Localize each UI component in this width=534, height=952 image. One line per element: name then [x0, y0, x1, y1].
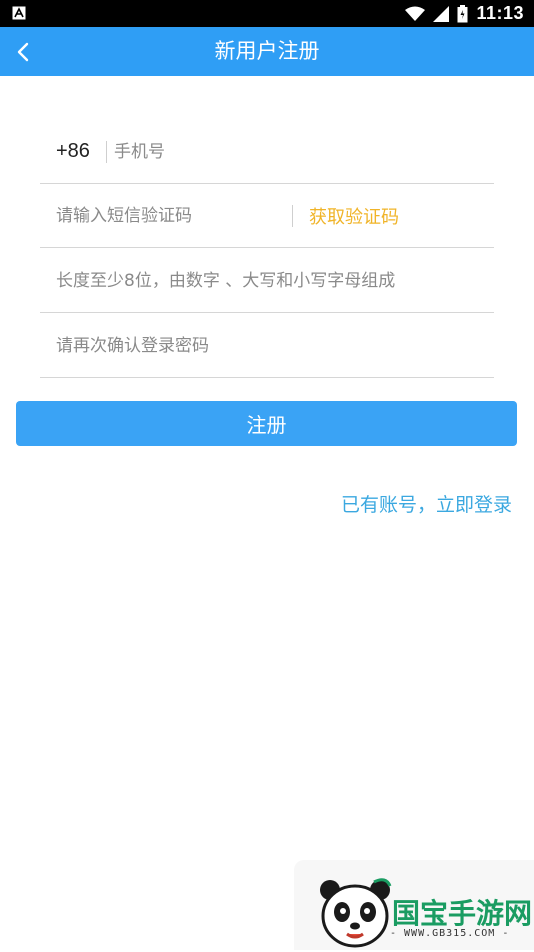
cell-signal-icon	[433, 5, 450, 22]
status-bar: 11:13	[0, 0, 534, 27]
sms-code-input[interactable]	[56, 195, 292, 236]
register-button[interactable]: 注册	[16, 401, 517, 446]
divider	[292, 204, 293, 227]
sms-code-field: 获取验证码	[40, 184, 494, 248]
country-code[interactable]: +86	[56, 140, 106, 163]
battery-icon	[457, 4, 468, 22]
panda-logo-icon	[320, 878, 392, 948]
watermark-brand: 国宝手游网	[392, 897, 533, 930]
page-title: 新用户注册	[214, 39, 320, 63]
status-time: 11:13	[476, 3, 524, 23]
password-field	[40, 249, 494, 313]
confirm-password-input[interactable]	[56, 325, 486, 366]
get-code-button[interactable]: 获取验证码	[309, 203, 399, 229]
login-link[interactable]: 已有账号，立即登录	[341, 490, 512, 517]
phone-field: +86	[40, 120, 494, 184]
wifi-icon	[405, 6, 426, 21]
divider	[106, 140, 107, 163]
phone-input[interactable]	[114, 131, 474, 172]
watermark-url: - WWW.GB315.COM -	[390, 928, 510, 939]
password-input[interactable]	[56, 260, 486, 301]
watermark: 国宝手游网 - WWW.GB315.COM -	[294, 860, 534, 950]
app-notification-icon	[12, 6, 26, 20]
confirm-password-field	[40, 314, 494, 378]
app-bar: 新用户注册	[0, 27, 534, 76]
